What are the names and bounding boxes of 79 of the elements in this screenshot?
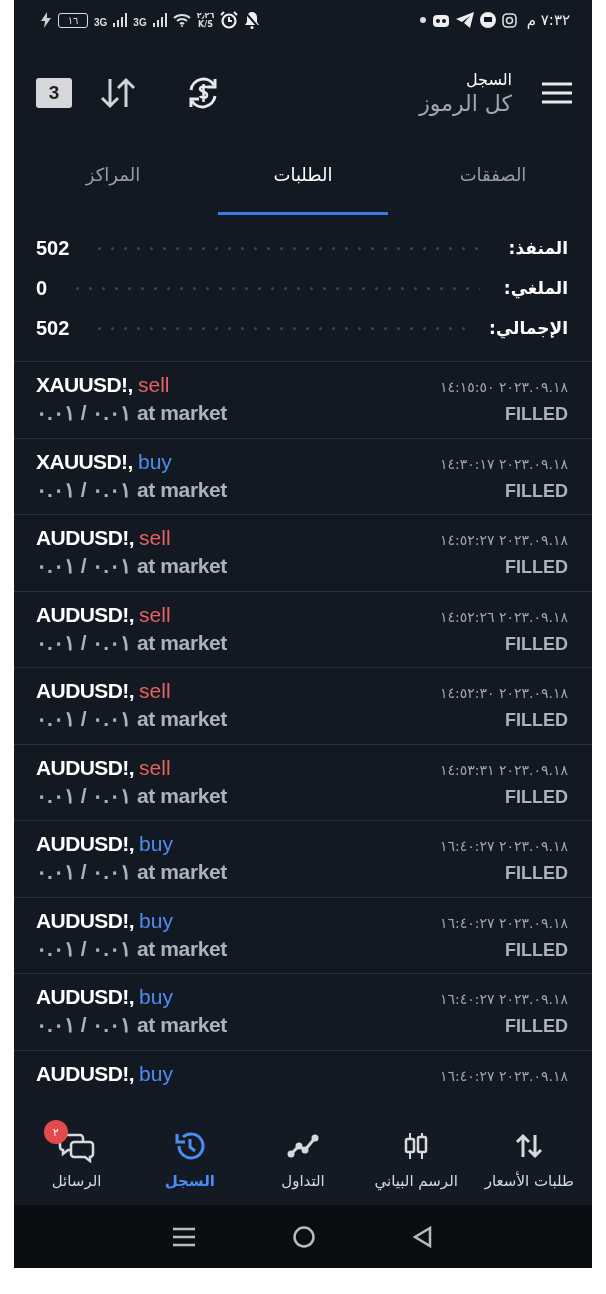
network-type: 3G <box>94 17 108 28</box>
bell-off-icon <box>244 11 261 29</box>
order-status: FILLED <box>505 557 568 578</box>
speed-unit: K/S <box>198 20 213 29</box>
network-type: 3G <box>133 17 147 28</box>
order-time: ٢٠٢٣.٠٩.١٨ ١٤:٣٠:١٧ <box>439 455 568 472</box>
order-volume: ٠.٠١ / ٠.٠١ at market <box>36 860 227 884</box>
history-icon <box>173 1130 206 1162</box>
order-symbol: AUDUSD!, sell <box>36 679 171 703</box>
order-volume: ٠.٠١ / ٠.٠١ at market <box>36 707 227 731</box>
camera-icon <box>501 12 517 28</box>
summary-label: الملغي: <box>503 278 568 298</box>
nav-item[interactable]: السجل <box>133 1116 247 1194</box>
nav-item[interactable]: الرسم البياني <box>359 1116 473 1194</box>
order-status: FILLED <box>505 633 568 655</box>
tab[interactable]: الصفقات <box>408 145 578 215</box>
tab[interactable]: الطلبات <box>218 145 388 215</box>
order-time: ٢٠٢٣.٠٩.١٨ ١٦:٤٠:٢٧ <box>439 914 568 931</box>
order-volume: ٠.٠١ / ٠.٠١ at market <box>36 554 227 578</box>
order-volume: ٠.٠١ / ٠.٠١ at market <box>36 1013 227 1037</box>
order-status: FILLED <box>505 939 568 961</box>
robot-icon <box>431 12 450 28</box>
screen-title: السجل <box>465 69 512 89</box>
summary-value: 502 <box>36 236 70 260</box>
order-volume: ٠.٠١ / ٠.٠١ at market <box>36 477 227 502</box>
summary-label: الإجمالي: <box>489 318 568 338</box>
order-status: FILLED <box>505 786 568 808</box>
home-icon[interactable] <box>293 1225 315 1248</box>
summary-label: المنفذ: <box>508 238 568 258</box>
unread-badge: ٢ <box>43 1120 68 1144</box>
order-time: ٢٠٢٣.٠٩.١٨ ١٦:٤٠:٢٧ <box>439 1067 568 1084</box>
order-volume: ٠.٠١ / ٠.٠١ at market <box>36 630 227 655</box>
battery-level: ١٦ <box>67 14 79 26</box>
order-volume: ٠.٠١ / ٠.٠١ at market <box>36 936 227 961</box>
nav-item[interactable]: طلبات الأسعار <box>472 1116 586 1194</box>
network-speed: ٢٫٢٦ <box>196 11 215 20</box>
signal-icon <box>113 13 128 27</box>
charging-icon <box>40 12 52 28</box>
clock: ٧:٣٢ م <box>526 11 570 29</box>
nav-item[interactable]: ٢ الرسائل <box>20 1116 134 1194</box>
wifi-icon <box>172 13 191 27</box>
order-status: FILLED <box>505 863 568 884</box>
dot-icon <box>419 17 426 23</box>
sort-arrows-icon[interactable] <box>100 76 136 109</box>
summary-value: 0 <box>36 276 48 300</box>
order-symbol: AUDUSD!, buy <box>36 832 173 856</box>
order-volume: ٠.٠١ / ٠.٠١ at market <box>36 783 227 808</box>
order-symbol: AUDUSD!, buy <box>36 985 173 1009</box>
order-status: FILLED <box>505 404 568 425</box>
order-time: ٢٠٢٣.٠٩.١٨ ١٦:٤٠:٢٧ <box>439 991 568 1007</box>
calendar-icon[interactable]: 3 <box>36 77 72 108</box>
order-symbol: AUDUSD!, buy <box>36 1061 173 1086</box>
order-time: ٢٠٢٣.٠٩.١٨ ١٤:٥٢:٢٧ <box>439 532 568 548</box>
order-symbol: AUDUSD!, buy <box>36 908 173 933</box>
order-time: ٢٠٢٣.٠٩.١٨ ١٦:٤٠:٢٧ <box>439 838 568 854</box>
menu-icon[interactable] <box>173 1226 195 1247</box>
order-time: ٢٠٢٣.٠٩.١٨ ١٤:٥٢:٣٠ <box>439 685 568 701</box>
order-symbol: AUDUSD!, sell <box>36 755 171 780</box>
nav-item[interactable]: التداول <box>246 1116 360 1194</box>
alarm-icon <box>220 11 239 29</box>
order-time: ٢٠٢٣.٠٩.١٨ ١٤:١٥:٥٠ <box>439 379 568 395</box>
order-time: ٢٠٢٣.٠٩.١٨ ١٤:٥٢:٢٦ <box>439 608 568 625</box>
order-symbol: AUDUSD!, sell <box>36 602 171 627</box>
line-chart-icon <box>287 1134 319 1158</box>
order-volume: ٠.٠١ / ٠.٠١ at market <box>36 401 227 425</box>
signal-icon <box>152 13 167 27</box>
tab[interactable]: المراكز <box>28 145 198 215</box>
up-down-arrows-icon <box>515 1133 544 1159</box>
order-symbol: XAUUSD!, sell <box>36 373 170 397</box>
paper-plane-icon <box>455 12 474 28</box>
order-symbol: AUDUSD!, sell <box>36 526 171 550</box>
order-status: FILLED <box>505 480 568 502</box>
symbol-filter[interactable]: كل الرموز <box>419 90 512 116</box>
summary-value: 502 <box>36 316 70 340</box>
order-symbol: XAUUSD!, buy <box>36 449 172 474</box>
order-time: ٢٠٢٣.٠٩.١٨ ١٤:٥٣:٣١ <box>439 761 568 778</box>
order-status: FILLED <box>505 1016 568 1037</box>
back-icon[interactable] <box>413 1225 433 1248</box>
order-status: FILLED <box>505 710 568 731</box>
